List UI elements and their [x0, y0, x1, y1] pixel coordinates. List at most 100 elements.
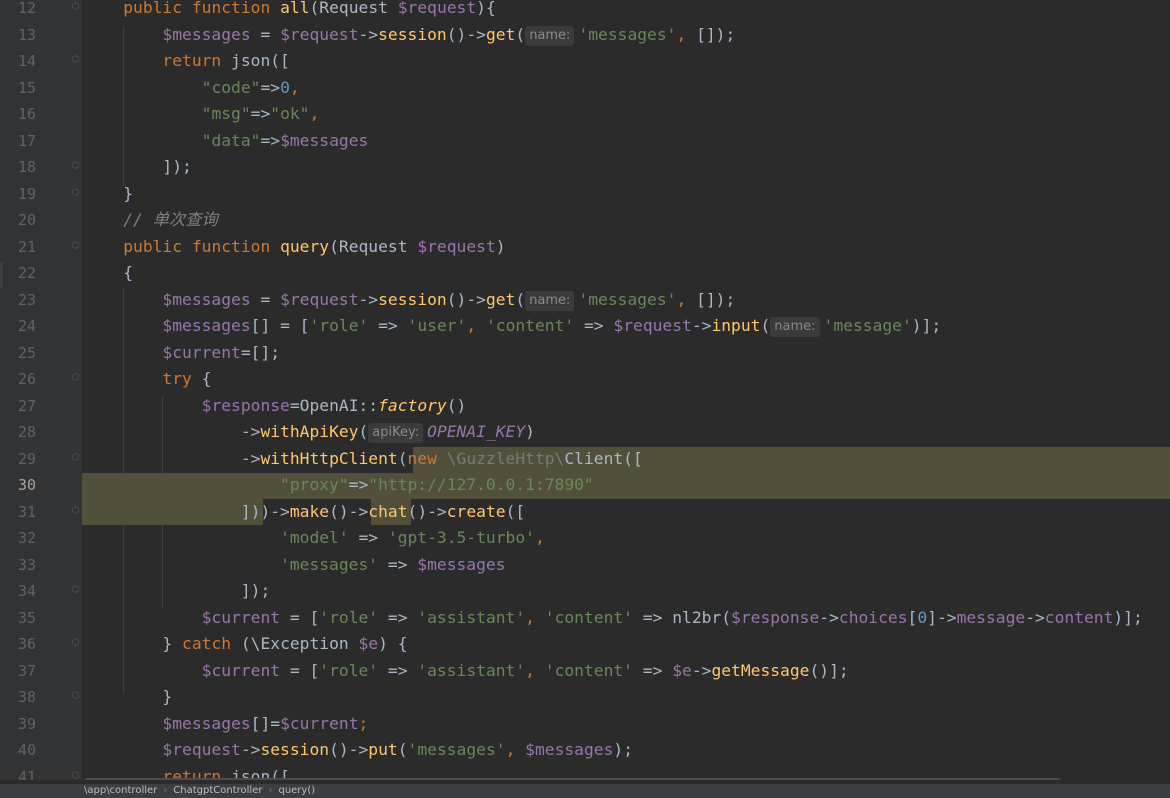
code-line[interactable]: 33 'messages' => $messages — [0, 552, 1170, 578]
line-number[interactable]: 15 — [0, 75, 36, 101]
line-number[interactable]: 36 — [0, 631, 36, 657]
line-number[interactable]: 39 — [0, 711, 36, 737]
line-number[interactable]: 33 — [0, 552, 36, 578]
code-text[interactable]: try { — [84, 366, 211, 392]
code-line[interactable]: 27 $response=OpenAI::factory() — [0, 393, 1170, 419]
code-text[interactable]: return json([ — [84, 48, 289, 74]
code-text[interactable]: "msg"=>"ok", — [84, 101, 320, 127]
line-number[interactable]: 12 — [0, 0, 36, 21]
code-text[interactable]: ->withApiKey(apiKey: OPENAI_KEY) — [84, 419, 535, 445]
code-text[interactable]: $request->session()->put('messages', $me… — [84, 737, 633, 763]
code-text[interactable]: $messages = $request->session()->get(nam… — [84, 22, 735, 48]
code-line[interactable]: 16 "msg"=>"ok", — [0, 101, 1170, 127]
code-line[interactable]: 23 $messages = $request->session()->get(… — [0, 287, 1170, 313]
line-number[interactable]: 40 — [0, 737, 36, 763]
fold-marker-icon[interactable]: ⬡ — [71, 161, 80, 172]
code-line[interactable]: 38 ⬡ } — [0, 684, 1170, 710]
line-number[interactable]: 41 — [0, 764, 36, 781]
code-line[interactable]: 17 "data"=>$messages — [0, 128, 1170, 154]
code-line[interactable]: 15 "code"=>0, — [0, 75, 1170, 101]
code-text[interactable]: ]); — [84, 154, 191, 180]
code-line[interactable]: 40 $request->session()->put('messages', … — [0, 737, 1170, 763]
code-line[interactable]: 30 "proxy"=>"http://127.0.0.1:7890" — [0, 472, 1170, 498]
line-number[interactable]: 30 — [0, 472, 36, 498]
line-number[interactable]: 19 — [0, 181, 36, 207]
breadcrumb-class[interactable]: ChatgptController — [173, 785, 262, 796]
fold-marker-icon[interactable]: ⬡ — [71, 585, 80, 596]
fold-marker-icon[interactable]: ⬡ — [71, 373, 80, 384]
code-line[interactable]: 14 ⬡ return json([ — [0, 48, 1170, 74]
fold-marker-icon[interactable]: ⬡ — [71, 638, 80, 649]
code-text[interactable]: { — [84, 260, 133, 286]
fold-marker-icon[interactable]: ⬡ — [71, 771, 80, 781]
line-number[interactable]: 16 — [0, 101, 36, 127]
code-editor[interactable]: 12 ⬡ public function all(Request $request… — [0, 0, 1170, 780]
line-number[interactable]: 26 — [0, 366, 36, 392]
line-number[interactable]: 24 — [0, 313, 36, 339]
line-number[interactable]: 35 — [0, 605, 36, 631]
code-text[interactable]: $current = ['role' => 'assistant', 'cont… — [84, 658, 849, 684]
line-number[interactable]: 29 — [0, 446, 36, 472]
code-line[interactable]: 25 $current=[]; — [0, 340, 1170, 366]
code-line[interactable]: 19 ⬡ } — [0, 181, 1170, 207]
code-line[interactable]: 22 { — [0, 260, 1170, 286]
code-text[interactable]: ]))->make()->chat()->create([ — [84, 499, 525, 525]
code-text[interactable]: 'model' => 'gpt-3.5-turbo', — [84, 525, 545, 551]
code-text[interactable]: public function query(Request $request) — [84, 234, 505, 260]
line-number[interactable]: 21 — [0, 234, 36, 260]
line-number[interactable]: 17 — [0, 128, 36, 154]
line-number[interactable]: 28 — [0, 419, 36, 445]
code-text[interactable]: $current=[]; — [84, 340, 280, 366]
line-number[interactable]: 20 — [0, 207, 36, 233]
fold-marker-icon[interactable]: ⬡ — [71, 55, 80, 66]
code-line[interactable]: 39 $messages[]=$current; — [0, 711, 1170, 737]
code-line[interactable]: 26 ⬡ try { — [0, 366, 1170, 392]
code-text[interactable]: "proxy"=>"http://127.0.0.1:7890" — [84, 472, 594, 498]
code-line[interactable]: 18 ⬡ ]); — [0, 154, 1170, 180]
code-text[interactable]: // 单次查询 — [84, 207, 218, 233]
fold-marker-icon[interactable]: ⬡ — [71, 691, 80, 702]
code-text[interactable]: $messages = $request->session()->get(nam… — [84, 287, 735, 313]
fold-marker-icon[interactable]: ⬡ — [71, 188, 80, 199]
line-number[interactable]: 23 — [0, 287, 36, 313]
line-number[interactable]: 37 — [0, 658, 36, 684]
code-text[interactable]: "code"=>0, — [84, 75, 300, 101]
code-text[interactable]: ->withHttpClient(new \GuzzleHttp\Client(… — [84, 446, 643, 472]
line-number[interactable]: 13 — [0, 22, 36, 48]
code-line[interactable]: 37 $current = ['role' => 'assistant', 'c… — [0, 658, 1170, 684]
code-line[interactable]: 29 ⬡ ->withHttpClient(new \GuzzleHttp\Cli… — [0, 446, 1170, 472]
code-line[interactable]: 20 // 单次查询 — [0, 207, 1170, 233]
code-line[interactable]: 21 ⬡ public function query(Request $reque… — [0, 234, 1170, 260]
fold-marker-icon[interactable]: ⬡ — [71, 506, 80, 517]
code-line[interactable]: 24 $messages[] = ['role' => 'user', 'con… — [0, 313, 1170, 339]
fold-marker-icon[interactable]: ⬡ — [71, 453, 80, 464]
code-text[interactable]: ]); — [84, 578, 270, 604]
line-number[interactable]: 32 — [0, 525, 36, 551]
line-number[interactable]: 38 — [0, 684, 36, 710]
line-number[interactable]: 34 — [0, 578, 36, 604]
code-line[interactable]: 13 $messages = $request->session()->get(… — [0, 22, 1170, 48]
line-number[interactable]: 22 — [0, 260, 36, 286]
code-line[interactable]: 28 ->withApiKey(apiKey: OPENAI_KEY) — [0, 419, 1170, 445]
code-line[interactable]: 35 $current = ['role' => 'assistant', 'c… — [0, 605, 1170, 631]
code-line[interactable]: 36 ⬡ } catch (\Exception $e) { — [0, 631, 1170, 657]
horizontal-scrollbar[interactable] — [84, 778, 1061, 780]
code-text[interactable]: public function all(Request $request){ — [84, 0, 496, 21]
code-text[interactable]: $current = ['role' => 'assistant', 'cont… — [84, 605, 1143, 631]
code-text[interactable]: $response=OpenAI::factory() — [84, 393, 467, 419]
code-text[interactable]: } catch (\Exception $e) { — [84, 631, 407, 657]
code-text[interactable]: } — [84, 181, 133, 207]
code-text[interactable]: $messages[]=$current; — [84, 711, 368, 737]
code-text[interactable]: 'messages' => $messages — [84, 552, 505, 578]
code-line[interactable]: 12 ⬡ public function all(Request $request… — [0, 0, 1170, 21]
code-line[interactable]: 31 ⬡ ]))->make()->chat()->create([ — [0, 499, 1170, 525]
code-text[interactable]: "data"=>$messages — [84, 128, 369, 154]
breadcrumb-method[interactable]: query() — [278, 785, 315, 796]
code-text[interactable]: $messages[] = ['role' => 'user', 'conten… — [84, 313, 941, 339]
line-number[interactable]: 31 — [0, 499, 36, 525]
line-number[interactable]: 18 — [0, 154, 36, 180]
breadcrumb-namespace[interactable]: \app\controller — [84, 785, 157, 796]
line-number[interactable]: 14 — [0, 48, 36, 74]
code-line[interactable]: 34 ⬡ ]); — [0, 578, 1170, 604]
line-number[interactable]: 27 — [0, 393, 36, 419]
